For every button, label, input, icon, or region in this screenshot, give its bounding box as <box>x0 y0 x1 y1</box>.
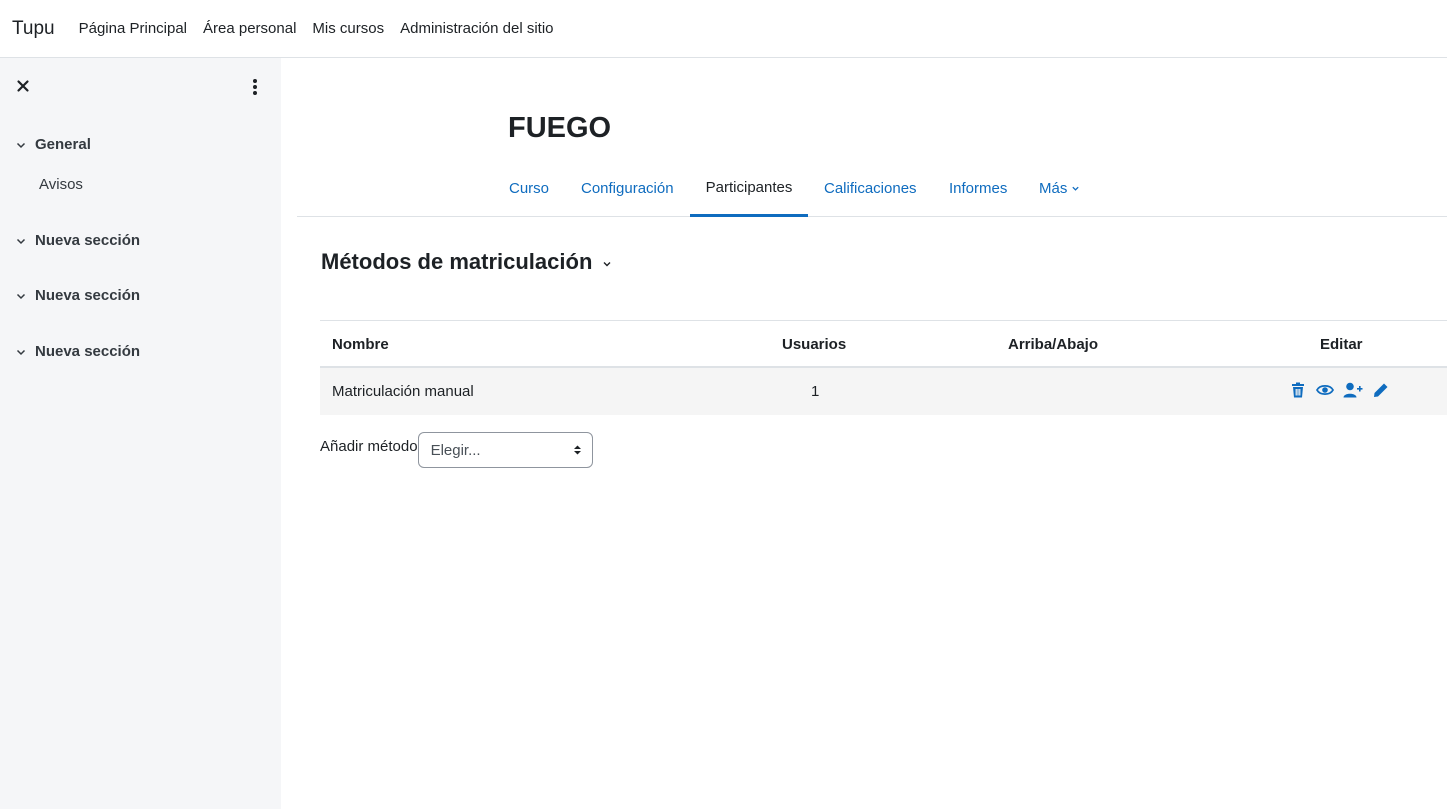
tab-label: Curso <box>509 180 550 197</box>
course-section-1[interactable]: Nueva sección <box>15 232 140 249</box>
chevron-down-icon <box>16 349 26 355</box>
section-label: General <box>35 136 91 153</box>
chevron-down-icon <box>16 142 26 148</box>
column-header-updown: Arriba/Abajo <box>1008 336 1099 353</box>
tab-participants[interactable]: Participantes <box>690 160 808 217</box>
chevron-down-icon <box>1072 186 1079 191</box>
kebab-icon[interactable] <box>246 77 264 97</box>
nav-site-admin[interactable]: Administración del sitio <box>392 20 561 37</box>
tab-settings[interactable]: Configuración <box>581 160 674 217</box>
course-section-2[interactable]: Nueva sección <box>15 287 140 304</box>
pencil-icon[interactable] <box>1372 381 1390 399</box>
user-plus-icon[interactable] <box>1343 381 1363 399</box>
tab-label: Informes <box>949 180 1008 197</box>
nav-my-courses[interactable]: Mis cursos <box>304 20 392 37</box>
page-heading: Métodos de matriculación <box>321 249 593 274</box>
course-section-3[interactable]: Nueva sección <box>15 343 140 360</box>
eye-icon[interactable] <box>1316 381 1334 399</box>
column-header-name: Nombre <box>332 336 389 353</box>
section-label: Nueva sección <box>35 343 141 360</box>
column-header-edit: Editar <box>1320 336 1363 353</box>
section-label: Nueva sección <box>35 287 141 304</box>
tab-reports[interactable]: Informes <box>949 160 1007 217</box>
site-brand[interactable]: Tupu <box>12 18 55 40</box>
select-value: Elegir... <box>430 441 481 459</box>
trash-icon[interactable] <box>1289 381 1307 399</box>
chevron-down-icon <box>16 238 26 244</box>
add-method-label: Añadir método <box>320 438 418 455</box>
tab-label: Más <box>1039 180 1068 197</box>
course-title: FUEGO <box>508 112 612 144</box>
column-header-users: Usuarios <box>782 336 847 353</box>
enrolment-methods-table: Nombre Usuarios Arriba/Abajo Editar Matr… <box>320 320 1447 415</box>
tab-course[interactable]: Curso <box>509 160 549 217</box>
add-method-form: Añadir método Elegir... <box>320 432 593 468</box>
primary-navigation: Página Principal Área personal Mis curso… <box>71 20 562 37</box>
section-label: Nueva sección <box>35 232 141 249</box>
chevron-down-icon <box>603 262 611 267</box>
table-header: Nombre Usuarios Arriba/Abajo Editar <box>320 320 1447 368</box>
method-name: Matriculación manual <box>332 383 474 400</box>
activity-announcements[interactable]: Avisos <box>39 176 83 193</box>
secondary-navigation: Curso Configuración Participantes Califi… <box>297 160 1447 217</box>
method-users: 1 <box>811 383 820 400</box>
row-actions <box>1289 381 1390 399</box>
tab-label: Participantes <box>705 178 793 196</box>
course-index-drawer: General Avisos Nueva sección Nueva secci… <box>0 58 281 809</box>
select-arrows-icon <box>573 444 582 456</box>
page-heading-dropdown[interactable]: Métodos de matriculación <box>321 249 612 275</box>
nav-dashboard[interactable]: Área personal <box>195 20 304 37</box>
add-method-select[interactable]: Elegir... <box>417 432 593 468</box>
close-icon[interactable] <box>14 77 32 95</box>
chevron-down-icon <box>16 293 26 299</box>
course-section-general[interactable]: General <box>15 136 91 153</box>
tab-more[interactable]: Más <box>1039 160 1080 217</box>
tab-label: Configuración <box>581 180 674 197</box>
nav-home[interactable]: Página Principal <box>71 20 195 37</box>
table-row: Matriculación manual 1 <box>320 368 1447 415</box>
top-navbar: Tupu Página Principal Área personal Mis … <box>0 0 1447 58</box>
tab-grades[interactable]: Calificaciones <box>824 160 917 217</box>
tab-label: Calificaciones <box>824 180 917 197</box>
